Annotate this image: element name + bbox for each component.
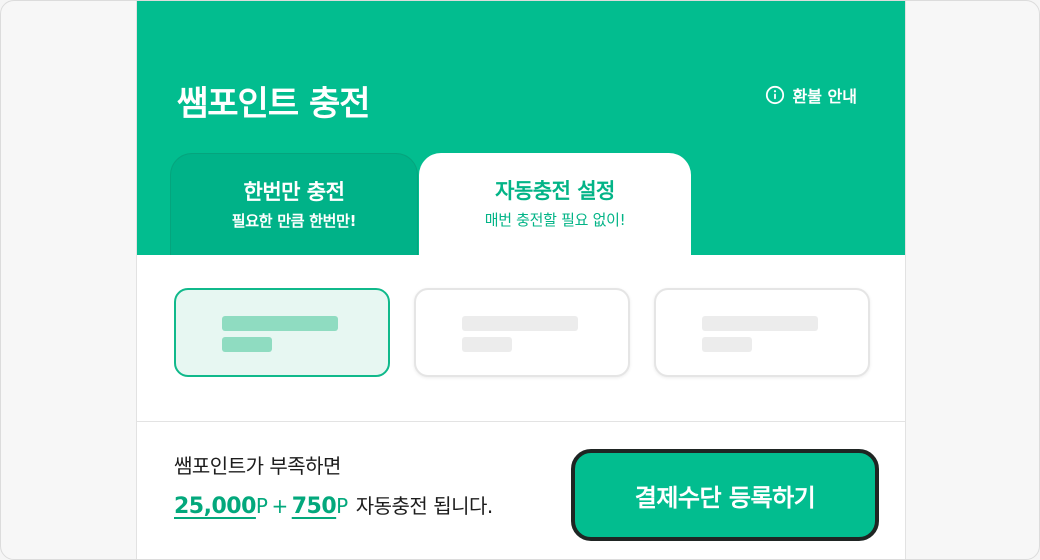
header: 쌤포인트 충전 환불 안내 한번만 충전 필요한 만큼 한번만! 자동충전 설정… [137,1,905,255]
app-frame: 쌤포인트 충전 환불 안내 한번만 충전 필요한 만큼 한번만! 자동충전 설정… [0,0,1040,560]
tab-one-time-charge[interactable]: 한번만 충전 필요한 만큼 한번만! [170,153,418,255]
charge-unit: P [336,494,348,518]
tab-one-time-sublabel: 필요한 만큼 한번만! [231,212,357,230]
threshold-unit: P [255,494,268,518]
tab-auto-label: 자동충전 설정 [495,179,615,203]
charge-option-3[interactable] [654,288,870,377]
charge-option-1[interactable] [174,288,390,377]
description-line-1: 쌤포인트가 부족하면 [174,454,341,478]
footer-divider [137,421,905,422]
option-placeholder-line [702,316,818,331]
option-placeholder-line [462,316,578,331]
option-placeholder-line [222,337,272,352]
tab-auto-sublabel: 매번 충전할 필요 없이! [484,211,626,229]
charge-option-2[interactable] [414,288,630,377]
charge-panel: 쌤포인트 충전 환불 안내 한번만 충전 필요한 만큼 한번만! 자동충전 설정… [136,1,906,559]
tab-one-time-label: 한번만 충전 [243,180,345,204]
option-placeholder-line [702,337,752,352]
threshold-amount: 25,000 [174,494,256,519]
description-suffix: 자동충전 됩니다. [355,494,494,518]
tab-auto-charge[interactable]: 자동충전 설정 매번 충전할 필요 없이! [419,153,691,255]
description-line-2: 25,000 P + 750 P 자동충전 됩니다. [174,491,493,522]
refund-info-link[interactable]: 환불 안내 [765,83,857,107]
register-payment-button[interactable]: 결제수단 등록하기 [571,449,879,541]
auto-charge-description: 쌤포인트가 부족하면 25,000 P + 750 P 자동충전 됩니다. [174,451,493,522]
option-placeholder-line [462,337,512,352]
info-icon [765,85,785,105]
charge-amount: 750 [291,494,337,519]
plus-sign: + [271,494,288,518]
page-title: 쌤포인트 충전 [177,84,371,124]
refund-info-label: 환불 안내 [792,87,857,106]
option-placeholder-line [222,316,338,331]
